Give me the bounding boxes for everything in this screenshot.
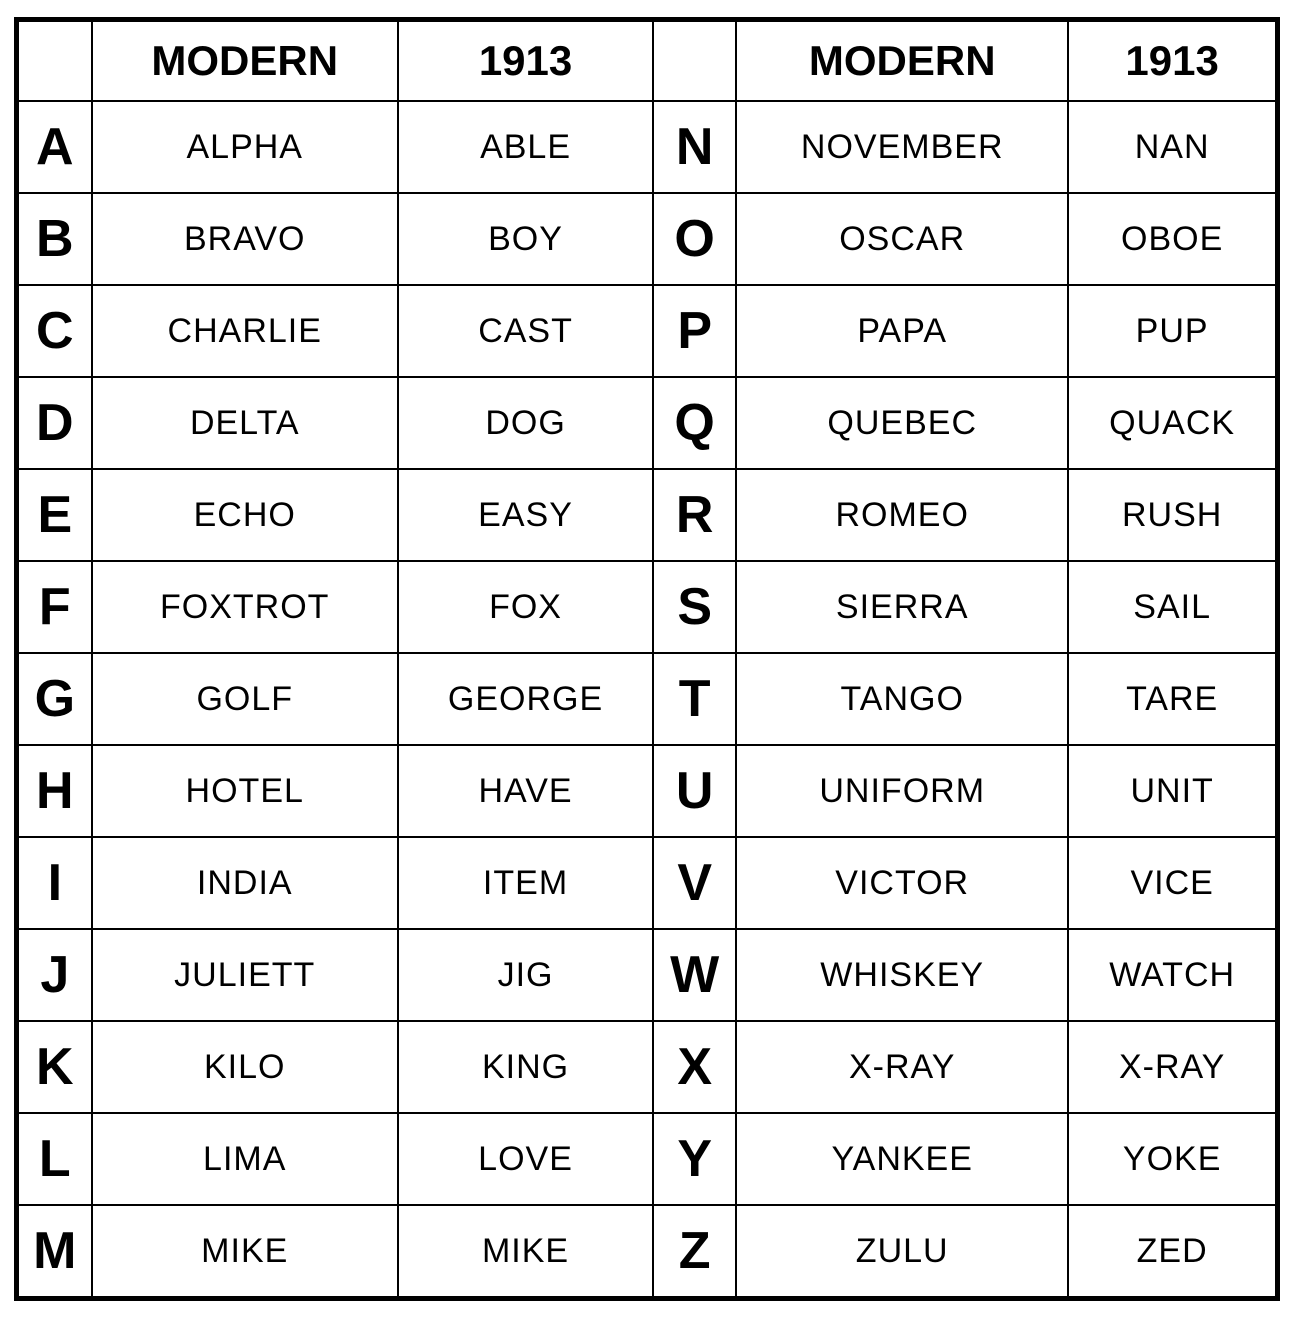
old-cell-left: ITEM — [398, 837, 653, 929]
modern-cell-right: SIERRA — [736, 561, 1068, 653]
modern-cell-right: UNIFORM — [736, 745, 1068, 837]
letter-cell-left: A — [18, 101, 92, 193]
letter-cell-left: D — [18, 377, 92, 469]
modern-cell-right: YANKEE — [736, 1113, 1068, 1205]
old-cell-right: OBOE — [1068, 193, 1276, 285]
modern-cell-left: FOXTROT — [92, 561, 398, 653]
old-cell-left: MIKE — [398, 1205, 653, 1297]
old-cell-right: VICE — [1068, 837, 1276, 929]
old-cell-left: KING — [398, 1021, 653, 1113]
letter-cell-right: O — [653, 193, 736, 285]
modern-cell-right: VICTOR — [736, 837, 1068, 929]
table-row: CCHARLIECASTPPAPAPUP — [18, 285, 1276, 377]
modern-cell-left: GOLF — [92, 653, 398, 745]
letter-cell-left: B — [18, 193, 92, 285]
old-cell-left: GEORGE — [398, 653, 653, 745]
table-row: JJULIETTJIGWWHISKEYWATCH — [18, 929, 1276, 1021]
letter-cell-right: V — [653, 837, 736, 929]
header-row: MODERN 1913 MODERN 1913 — [18, 21, 1276, 101]
letter-cell-right: R — [653, 469, 736, 561]
letter-cell-right: Y — [653, 1113, 736, 1205]
table-row: IINDIAITEMVVICTORVICE — [18, 837, 1276, 929]
letter-cell-right: N — [653, 101, 736, 193]
header-modern1: MODERN — [92, 21, 398, 101]
letter-cell-left: I — [18, 837, 92, 929]
old-cell-right: X-RAY — [1068, 1021, 1276, 1113]
modern-cell-left: ECHO — [92, 469, 398, 561]
letter-cell-left: J — [18, 929, 92, 1021]
old-cell-right: WATCH — [1068, 929, 1276, 1021]
table-row: FFOXTROTFOXSSIERRASAIL — [18, 561, 1276, 653]
header-col4-empty — [653, 21, 736, 101]
modern-cell-left: ALPHA — [92, 101, 398, 193]
old-cell-right: YOKE — [1068, 1113, 1276, 1205]
letter-cell-right: X — [653, 1021, 736, 1113]
old-cell-left: EASY — [398, 469, 653, 561]
letter-cell-right: Q — [653, 377, 736, 469]
modern-cell-right: NOVEMBER — [736, 101, 1068, 193]
table-row: GGOLFGEORGETTANGOTARE — [18, 653, 1276, 745]
modern-cell-right: OSCAR — [736, 193, 1068, 285]
old-cell-left: CAST — [398, 285, 653, 377]
letter-cell-left: K — [18, 1021, 92, 1113]
letter-cell-left: G — [18, 653, 92, 745]
old-cell-right: TARE — [1068, 653, 1276, 745]
modern-cell-left: CHARLIE — [92, 285, 398, 377]
table-row: LLIMALOVEYYANKEEYOKE — [18, 1113, 1276, 1205]
modern-cell-right: WHISKEY — [736, 929, 1068, 1021]
letter-cell-left: F — [18, 561, 92, 653]
table-row: MMIKEMIKEZZULUZED — [18, 1205, 1276, 1297]
table-row: KKILOKINGXX-RAYX-RAY — [18, 1021, 1276, 1113]
modern-cell-left: KILO — [92, 1021, 398, 1113]
phonetic-alphabet-table: MODERN 1913 MODERN 1913 AALPHAABLENNOVEM… — [14, 17, 1280, 1301]
old-cell-right: PUP — [1068, 285, 1276, 377]
old-cell-left: LOVE — [398, 1113, 653, 1205]
modern-cell-right: QUEBEC — [736, 377, 1068, 469]
modern-cell-left: INDIA — [92, 837, 398, 929]
old-cell-left: ABLE — [398, 101, 653, 193]
letter-cell-right: U — [653, 745, 736, 837]
modern-cell-right: X-RAY — [736, 1021, 1068, 1113]
old-cell-left: DOG — [398, 377, 653, 469]
old-cell-right: UNIT — [1068, 745, 1276, 837]
modern-cell-left: DELTA — [92, 377, 398, 469]
letter-cell-left: C — [18, 285, 92, 377]
old-cell-left: FOX — [398, 561, 653, 653]
old-cell-right: SAIL — [1068, 561, 1276, 653]
modern-cell-left: JULIETT — [92, 929, 398, 1021]
letter-cell-left: E — [18, 469, 92, 561]
modern-cell-left: HOTEL — [92, 745, 398, 837]
header-col1-empty — [18, 21, 92, 101]
old-cell-left: HAVE — [398, 745, 653, 837]
modern-cell-right: ZULU — [736, 1205, 1068, 1297]
modern-cell-left: BRAVO — [92, 193, 398, 285]
letter-cell-left: M — [18, 1205, 92, 1297]
header-year1: 1913 — [398, 21, 653, 101]
table-row: EECHOEASYRROMEORUSH — [18, 469, 1276, 561]
modern-cell-left: MIKE — [92, 1205, 398, 1297]
old-cell-right: ZED — [1068, 1205, 1276, 1297]
table-row: HHOTELHAVEUUNIFORMUNIT — [18, 745, 1276, 837]
letter-cell-right: Z — [653, 1205, 736, 1297]
letter-cell-right: P — [653, 285, 736, 377]
letter-cell-right: W — [653, 929, 736, 1021]
modern-cell-right: ROMEO — [736, 469, 1068, 561]
table-row: BBRAVOBOYOOSCAROBOE — [18, 193, 1276, 285]
table-row: AALPHAABLENNOVEMBERNAN — [18, 101, 1276, 193]
header-year2: 1913 — [1068, 21, 1276, 101]
old-cell-right: NAN — [1068, 101, 1276, 193]
letter-cell-right: T — [653, 653, 736, 745]
old-cell-left: JIG — [398, 929, 653, 1021]
modern-cell-right: PAPA — [736, 285, 1068, 377]
old-cell-left: BOY — [398, 193, 653, 285]
old-cell-right: QUACK — [1068, 377, 1276, 469]
header-modern2: MODERN — [736, 21, 1068, 101]
table-row: DDELTADOGQQUEBECQUACK — [18, 377, 1276, 469]
letter-cell-left: L — [18, 1113, 92, 1205]
modern-cell-left: LIMA — [92, 1113, 398, 1205]
letter-cell-right: S — [653, 561, 736, 653]
modern-cell-right: TANGO — [736, 653, 1068, 745]
old-cell-right: RUSH — [1068, 469, 1276, 561]
letter-cell-left: H — [18, 745, 92, 837]
